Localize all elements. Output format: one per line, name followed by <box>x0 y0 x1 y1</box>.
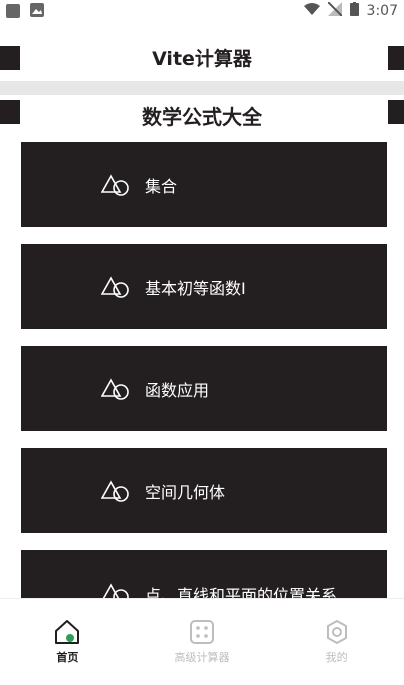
wifi-icon <box>303 3 320 19</box>
shapes-icon <box>101 582 133 598</box>
signal-icon <box>326 1 343 20</box>
category-card[interactable]: 集合 <box>21 142 387 227</box>
shapes-icon <box>101 479 133 503</box>
nav-home-label: 首页 <box>56 651 79 664</box>
app-notification-icon <box>6 4 20 18</box>
category-label: 集合 <box>145 176 178 196</box>
divider <box>0 81 404 95</box>
category-card[interactable]: 点、直线和平面的位置关系 <box>21 550 387 598</box>
nav-profile-label: 我的 <box>325 651 348 664</box>
section-title: 数学公式大全 <box>142 105 262 129</box>
shapes-icon <box>101 377 133 401</box>
battery-icon <box>349 2 359 20</box>
gear-icon <box>322 619 352 645</box>
nav-calculator-label: 高级计算器 <box>174 651 230 664</box>
status-bar: 3:07 <box>0 0 404 22</box>
category-label: 函数应用 <box>145 380 210 400</box>
page-title: Vite计算器 <box>152 48 252 70</box>
nav-calculator[interactable]: 高级计算器 <box>135 599 270 685</box>
calculator-icon <box>187 619 217 645</box>
shapes-icon <box>101 173 133 197</box>
category-label: 基本初等函数I <box>145 278 246 298</box>
formula-list[interactable]: 集合 基本初等函数I 函数应用 空间几何体 点、直线和平面的位置关系 <box>21 142 387 598</box>
nav-home[interactable]: 首页 <box>0 599 135 685</box>
bottom-nav: 首页 高级计算器 我的 <box>0 598 404 685</box>
category-label: 空间几何体 <box>145 482 226 502</box>
nav-profile[interactable]: 我的 <box>269 599 404 685</box>
image-notification-icon <box>30 2 44 21</box>
category-card[interactable]: 函数应用 <box>21 346 387 431</box>
category-card[interactable]: 基本初等函数I <box>21 244 387 329</box>
category-label: 点、直线和平面的位置关系 <box>145 586 338 598</box>
status-time: 3:07 <box>366 3 398 19</box>
shapes-icon <box>101 275 133 299</box>
home-icon <box>52 619 82 645</box>
category-card[interactable]: 空间几何体 <box>21 448 387 533</box>
